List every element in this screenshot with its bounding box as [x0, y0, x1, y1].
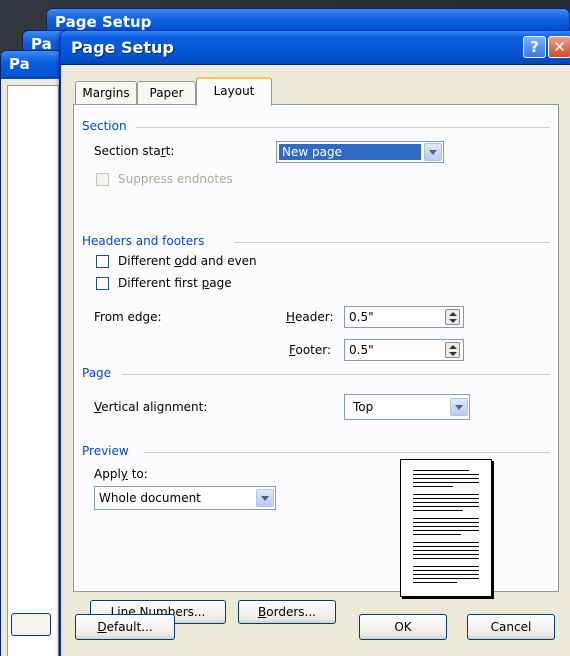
default-button[interactable]: Default... [75, 614, 175, 640]
cancel-button[interactable]: Cancel [467, 614, 555, 640]
section-start-label: Section start: [94, 144, 175, 158]
header-distance-value: 0.5" [349, 310, 374, 324]
page-setup-dialog: Page Setup ? ✕ Margins Paper Layout Sect… [60, 30, 570, 656]
vertical-alignment-value: Top [353, 400, 374, 414]
ok-button[interactable]: OK [359, 614, 447, 640]
different-first-page-label: Different first page [118, 276, 232, 290]
page-preview [400, 459, 492, 597]
suppress-endnotes-label: Suppress endnotes [118, 172, 233, 186]
header-label: Header: [286, 310, 334, 324]
chevron-down-icon[interactable] [424, 143, 442, 161]
section-divider [136, 127, 550, 128]
tab-paper[interactable]: Paper [137, 81, 196, 105]
tab-layout[interactable]: Layout [196, 77, 272, 106]
dialog-title: Page Setup [71, 38, 174, 57]
ghost-button [11, 613, 51, 636]
section-start-select[interactable]: New page [276, 141, 444, 163]
vertical-alignment-label: Vertical alignment: [94, 400, 208, 414]
chevron-down-icon[interactable] [450, 398, 468, 416]
tab-margins[interactable]: Margins [75, 81, 137, 105]
different-first-page-checkbox[interactable] [96, 277, 109, 290]
footer-distance-input[interactable]: 0.5" [344, 339, 464, 361]
close-button[interactable]: ✕ [548, 36, 570, 58]
preview-divider [144, 452, 550, 453]
help-icon: ? [530, 38, 539, 56]
header-spinner[interactable] [445, 309, 460, 325]
layout-panel: Section Section start: New page Suppress… [73, 104, 559, 624]
section-legend: Section [82, 119, 127, 133]
headers-footers-legend: Headers and footers [82, 234, 205, 248]
apply-to-select[interactable]: Whole document [94, 486, 276, 510]
footer-label: Footer: [289, 343, 332, 357]
headers-divider [234, 242, 550, 243]
vertical-alignment-select[interactable]: Top [344, 394, 470, 420]
help-button[interactable]: ? [523, 36, 546, 58]
borders-button[interactable]: Borders... [238, 600, 336, 624]
page-legend: Page [82, 366, 112, 380]
close-icon: ✕ [553, 38, 566, 56]
from-edge-label: From edge: [94, 310, 162, 324]
different-odd-even-label: Different odd and even [118, 254, 257, 268]
title-bar[interactable]: Page Setup ? ✕ [61, 31, 570, 65]
suppress-endnotes-checkbox[interactable] [96, 173, 109, 186]
apply-to-label: Apply to: [94, 467, 148, 481]
preview-legend: Preview [82, 444, 129, 458]
footer-distance-value: 0.5" [349, 343, 374, 357]
ghost-window-front: Pa [0, 50, 60, 656]
header-distance-input[interactable]: 0.5" [344, 306, 464, 328]
different-odd-even-checkbox[interactable] [96, 255, 109, 268]
chevron-down-icon[interactable] [256, 489, 274, 507]
apply-to-value: Whole document [99, 491, 201, 505]
section-start-value: New page [279, 144, 421, 160]
ghost-title: Pa [1, 51, 59, 79]
footer-spinner[interactable] [445, 342, 460, 358]
page-divider [122, 374, 550, 375]
